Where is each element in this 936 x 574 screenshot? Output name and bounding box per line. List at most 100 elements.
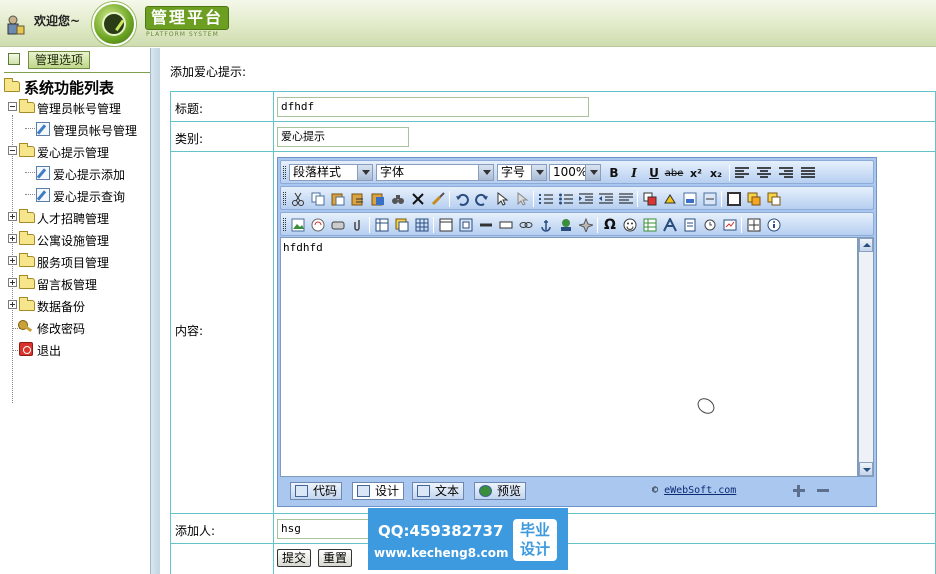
font-size-select[interactable]: 字号: [497, 164, 547, 181]
rich-text-editor: 段落样式 字体 字号 100% B I U abe x² x₂ Ω hfdhfd…: [277, 157, 877, 507]
tab-code[interactable]: 代码: [290, 482, 343, 500]
emoticon-icon[interactable]: [621, 216, 639, 234]
paragraph-style-select[interactable]: 段落样式: [289, 164, 373, 181]
manage-options-button[interactable]: 管理选项: [28, 51, 90, 69]
find-icon[interactable]: [389, 190, 407, 208]
highlight-icon[interactable]: [661, 190, 679, 208]
art-text-icon[interactable]: [661, 216, 679, 234]
border-icon[interactable]: [725, 190, 743, 208]
sidebar: 管理选项 系统功能列表 管理员帐号管理 管理员帐号管理 爱心提示管理 爱心提示添…: [0, 48, 150, 574]
remove-format-icon[interactable]: [701, 190, 719, 208]
grid-icon[interactable]: [413, 216, 431, 234]
expand-icon[interactable]: [8, 278, 17, 287]
table-icon[interactable]: [373, 216, 391, 234]
expand-icon[interactable]: [8, 212, 17, 221]
chevron-down-icon: [478, 165, 493, 180]
redo-icon[interactable]: [473, 190, 491, 208]
toolbar-grip[interactable]: [283, 166, 286, 179]
form-row-title: 标题: dfhdf: [171, 92, 935, 122]
paste-icon[interactable]: [329, 190, 347, 208]
attachment-icon[interactable]: [349, 216, 367, 234]
fullscreen-icon[interactable]: [745, 216, 763, 234]
sidebar-divider: [4, 72, 150, 73]
underline-button[interactable]: U: [645, 164, 663, 182]
editor-content-area[interactable]: hfdhfd: [280, 237, 858, 477]
toolbar-grip[interactable]: [283, 218, 286, 231]
format-brush-icon[interactable]: [429, 190, 447, 208]
reset-button[interactable]: 重置: [318, 549, 352, 567]
media-icon[interactable]: [329, 216, 347, 234]
unselect-icon[interactable]: [513, 190, 531, 208]
undo-icon[interactable]: [453, 190, 471, 208]
ewebsoft-link[interactable]: eWebSoft.com: [664, 485, 736, 496]
image-icon[interactable]: [289, 216, 307, 234]
unlink-icon[interactable]: [577, 216, 595, 234]
expand-icon[interactable]: [8, 234, 17, 243]
edit-page-icon: [36, 188, 50, 202]
unordered-list-icon[interactable]: [557, 190, 575, 208]
tree-root[interactable]: 系统功能列表: [4, 77, 114, 98]
bold-button[interactable]: B: [605, 164, 623, 182]
align-justify-icon[interactable]: [799, 164, 817, 182]
editor-scrollbar[interactable]: [858, 237, 874, 477]
cut-icon[interactable]: [289, 190, 307, 208]
category-input[interactable]: 爱心提示: [277, 127, 409, 147]
font-select[interactable]: 字体: [376, 164, 494, 181]
main-content: 添加爱心提示: 标题: dfhdf 类别: 爱心提示 内容: 添加人: hsg …: [161, 48, 936, 574]
time-icon[interactable]: [721, 216, 739, 234]
layer-icon[interactable]: [765, 190, 783, 208]
iframe-icon[interactable]: [457, 216, 475, 234]
font-color-icon[interactable]: [681, 190, 699, 208]
toolbar-grip[interactable]: [283, 192, 286, 205]
italic-button[interactable]: I: [625, 164, 643, 182]
excel-icon[interactable]: [641, 216, 659, 234]
align-left-icon[interactable]: [733, 164, 751, 182]
strikethrough-button[interactable]: abe: [665, 164, 684, 182]
expand-icon[interactable]: [8, 300, 17, 309]
preview-icon: [479, 485, 492, 497]
hr-icon[interactable]: [477, 216, 495, 234]
scroll-up-icon[interactable]: [859, 238, 873, 252]
tab-preview[interactable]: 预览: [474, 482, 527, 500]
collapse-icon[interactable]: [8, 102, 17, 111]
outdent-icon[interactable]: [597, 190, 615, 208]
form-icon[interactable]: [393, 216, 411, 234]
subscript-button[interactable]: x₂: [707, 164, 725, 182]
tab-design[interactable]: 设计: [352, 482, 405, 500]
bg-color-icon[interactable]: [745, 190, 763, 208]
expand-editor-icon[interactable]: [792, 484, 806, 498]
page-break-icon[interactable]: [681, 216, 699, 234]
chevron-down-icon: [531, 165, 546, 180]
submit-button[interactable]: 提交: [277, 549, 311, 567]
sidebar-splitter[interactable]: [150, 48, 160, 574]
marquee-icon[interactable]: [497, 216, 515, 234]
align-center-icon[interactable]: [755, 164, 773, 182]
map-icon[interactable]: [557, 216, 575, 234]
indent-icon[interactable]: [577, 190, 595, 208]
select-all-icon[interactable]: [493, 190, 511, 208]
expand-icon[interactable]: [8, 256, 17, 265]
frame-icon[interactable]: [437, 216, 455, 234]
tab-text[interactable]: 文本: [412, 482, 465, 500]
paste-text-icon[interactable]: [349, 190, 367, 208]
help-icon[interactable]: [765, 216, 783, 234]
delete-icon[interactable]: [409, 190, 427, 208]
copy-icon[interactable]: [309, 190, 327, 208]
title-input[interactable]: dfhdf: [277, 97, 589, 117]
flash-icon[interactable]: [309, 216, 327, 234]
ordered-list-icon[interactable]: [537, 190, 555, 208]
date-icon[interactable]: [701, 216, 719, 234]
scroll-down-icon[interactable]: [859, 462, 873, 476]
zoom-select[interactable]: 100%: [549, 164, 601, 181]
link-icon[interactable]: [517, 216, 535, 234]
anchor-icon[interactable]: [537, 216, 555, 234]
paragraph-icon[interactable]: [617, 190, 635, 208]
text-color-icon[interactable]: [641, 190, 659, 208]
collapse-icon[interactable]: [8, 146, 17, 155]
code-icon: [295, 485, 308, 497]
superscript-button[interactable]: x²: [687, 164, 705, 182]
special-char-button[interactable]: Ω: [601, 216, 619, 234]
paste-word-icon[interactable]: [369, 190, 387, 208]
shrink-editor-icon[interactable]: [816, 484, 830, 498]
align-right-icon[interactable]: [777, 164, 795, 182]
